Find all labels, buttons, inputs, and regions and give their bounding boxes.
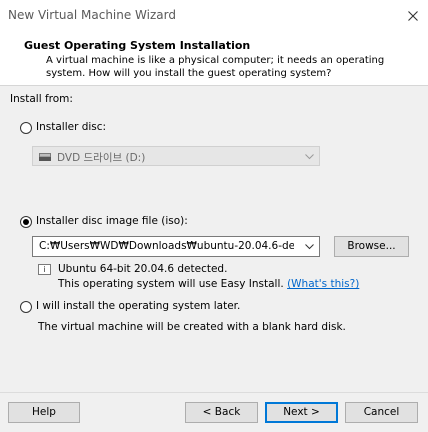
help-button[interactable]: Help <box>8 402 80 423</box>
iso-path-combo[interactable]: C:₩Users₩WD₩Downloads₩ubuntu-20.04.6-des… <box>32 236 320 257</box>
installer-disc-radio[interactable] <box>20 122 32 134</box>
wizard-window: New Virtual Machine Wizard Guest Operati… <box>0 0 428 432</box>
browse-button[interactable]: Browse... <box>334 236 409 257</box>
cancel-button[interactable]: Cancel <box>345 402 418 423</box>
title-bar: New Virtual Machine Wizard <box>0 0 428 32</box>
close-button[interactable] <box>398 0 428 32</box>
footer-divider <box>0 392 428 393</box>
disc-drive-value: DVD 드라이브 (D:) <box>57 152 146 164</box>
chevron-down-icon <box>301 147 317 166</box>
install-later-label[interactable]: I will install the operating system late… <box>36 300 240 312</box>
install-from-label: Install from: <box>10 93 73 105</box>
page-title: Guest Operating System Installation <box>24 39 251 52</box>
chevron-down-icon[interactable] <box>301 237 317 256</box>
next-button[interactable]: Next > <box>265 402 338 423</box>
install-later-radio[interactable] <box>20 301 32 313</box>
whats-this-link[interactable]: (What's this?) <box>287 278 359 290</box>
disc-image-label[interactable]: Installer disc image file (iso): <box>36 215 188 227</box>
detected-text: Ubuntu 64-bit 20.04.6 detected. <box>58 263 228 275</box>
info-icon: i <box>38 264 51 275</box>
dvd-drive-icon <box>39 152 51 161</box>
back-button[interactable]: < Back <box>185 402 258 423</box>
easy-install-text: This operating system will use Easy Inst… <box>58 278 284 290</box>
disc-image-radio[interactable] <box>20 216 32 228</box>
iso-path-value[interactable]: C:₩Users₩WD₩Downloads₩ubuntu-20.04.6-des… <box>39 240 294 252</box>
page-description: A virtual machine is like a physical com… <box>46 55 385 79</box>
wizard-header: Guest Operating System Installation A vi… <box>0 32 428 86</box>
window-title: New Virtual Machine Wizard <box>8 8 176 22</box>
easy-install-note: This operating system will use Easy Inst… <box>58 278 359 290</box>
installer-disc-label[interactable]: Installer disc: <box>36 121 106 133</box>
disc-drive-select[interactable]: DVD 드라이브 (D:) <box>32 146 320 166</box>
close-icon <box>408 11 418 21</box>
install-later-description: The virtual machine will be created with… <box>38 321 346 333</box>
